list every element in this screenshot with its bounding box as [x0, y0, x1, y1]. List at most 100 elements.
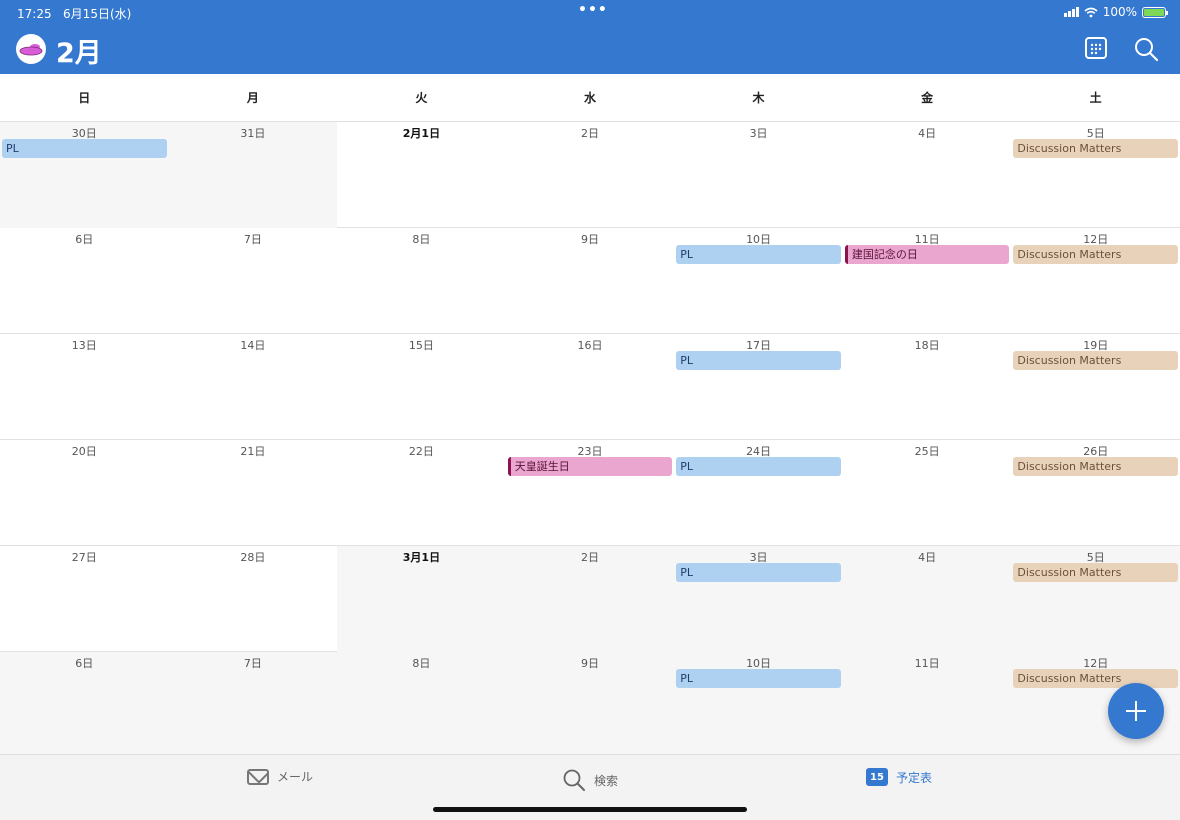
search-icon[interactable]: [1133, 36, 1159, 62]
day-number: 14日: [240, 339, 266, 352]
day-cell[interactable]: 3日: [674, 546, 843, 652]
day-cell[interactable]: 6日: [0, 228, 169, 334]
home-indicator[interactable]: [433, 807, 747, 812]
day-number: 8日: [412, 657, 431, 670]
event-pl[interactable]: PL: [676, 669, 841, 688]
event-discussion[interactable]: Discussion Matters: [1013, 351, 1178, 370]
weekday-header: 日 月 火 水 木 金 土: [0, 74, 1180, 122]
weekday-fri: 金: [921, 91, 934, 105]
event-pl[interactable]: PL: [676, 245, 841, 264]
event-pl[interactable]: PL: [676, 351, 841, 370]
day-number: 9日: [580, 233, 599, 246]
day-cell[interactable]: 14日: [169, 334, 338, 440]
event-discussion[interactable]: Discussion Matters: [1013, 563, 1178, 582]
day-cell[interactable]: 9日: [505, 652, 675, 758]
day-cell[interactable]: 7日: [169, 228, 338, 334]
day-cell[interactable]: 30日: [0, 122, 169, 228]
day-cell[interactable]: 6日: [0, 652, 169, 758]
day-cell[interactable]: 10日: [674, 652, 843, 758]
day-number: 2日: [580, 127, 599, 140]
day-number: 16日: [577, 339, 603, 352]
day-cell[interactable]: 26日: [1011, 440, 1180, 546]
day-number: 21日: [240, 445, 266, 458]
tab-calendar[interactable]: 15 予定表: [866, 768, 932, 786]
day-cell[interactable]: 7日: [168, 652, 338, 758]
day-number: 3日: [749, 127, 768, 140]
status-bar: 17:25 6月15日(水) ••• 100%: [0, 2, 1180, 22]
event-kenkoku[interactable]: 建国記念の日: [844, 245, 1010, 264]
day-number: 28日: [240, 551, 266, 564]
day-cell[interactable]: 18日: [843, 334, 1012, 440]
grid-icon[interactable]: [1085, 37, 1107, 59]
day-cell[interactable]: 5日: [1011, 546, 1180, 652]
week-row: 6日 7日 8日 9日 10日 11日 12日 PL 建国記念の日 Discussion Matt…: [0, 228, 1180, 334]
week-row: 13日 14日 15日 16日 17日 18日 19日 PL Discussion Matter…: [0, 334, 1180, 440]
day-number: 15日: [408, 339, 434, 352]
day-number: 22日: [408, 445, 434, 458]
day-cell[interactable]: 11日: [843, 228, 1012, 334]
day-cell[interactable]: 17日: [674, 334, 843, 440]
event-discussion[interactable]: Discussion Matters: [1013, 669, 1178, 688]
day-cell[interactable]: 4日: [842, 546, 1012, 652]
event-pl[interactable]: PL: [676, 563, 841, 582]
week-row: 6日 7日 8日 9日 10日 11日 12日 PL Discussion Matters: [0, 652, 1180, 758]
day-number: 27日: [71, 551, 97, 564]
battery-icon: [1142, 6, 1168, 18]
day-number: 7日: [243, 657, 262, 670]
event-discussion[interactable]: Discussion Matters: [1013, 139, 1178, 158]
weekday-mon: 月: [246, 91, 259, 105]
event-pl[interactable]: PL: [2, 139, 167, 158]
day-number: 25日: [914, 445, 940, 458]
day-cell[interactable]: 8日: [337, 228, 506, 334]
wifi-icon: [1084, 7, 1098, 17]
weekday-thu: 木: [752, 91, 765, 105]
event-pl[interactable]: PL: [676, 457, 841, 476]
day-cell[interactable]: 11日: [842, 652, 1012, 758]
day-cell[interactable]: 23日: [506, 440, 675, 546]
tab-mail[interactable]: メール: [247, 768, 313, 785]
day-cell[interactable]: 15日: [337, 334, 506, 440]
add-event-button[interactable]: [1108, 683, 1164, 739]
day-cell[interactable]: 9日: [506, 228, 675, 334]
event-discussion[interactable]: Discussion Matters: [1013, 457, 1178, 476]
day-cell[interactable]: 2日: [506, 122, 675, 228]
day-cell[interactable]: 10日: [674, 228, 843, 334]
day-number: 6日: [75, 233, 94, 246]
day-cell[interactable]: 28日: [169, 546, 338, 652]
event-discussion[interactable]: Discussion Matters: [1013, 245, 1178, 264]
day-number: 9日: [580, 657, 599, 670]
day-cell[interactable]: 3日: [674, 122, 843, 228]
day-cell[interactable]: 19日: [1011, 334, 1180, 440]
day-cell[interactable]: 25日: [843, 440, 1012, 546]
weekday-sat: 土: [1089, 91, 1102, 105]
day-cell[interactable]: 21日: [169, 440, 338, 546]
day-cell[interactable]: 16日: [506, 334, 675, 440]
day-cell[interactable]: 20日: [0, 440, 169, 546]
weekday-sun: 日: [78, 91, 91, 105]
event-tenno[interactable]: 天皇誕生日: [507, 457, 673, 476]
weekday-wed: 水: [583, 91, 596, 105]
avatar[interactable]: [16, 34, 46, 64]
day-cell[interactable]: 5日: [1011, 122, 1180, 228]
day-cell[interactable]: 8日: [337, 652, 506, 758]
day-cell[interactable]: 22日: [337, 440, 506, 546]
day-number: 31日: [240, 127, 266, 140]
day-cell[interactable]: 27日: [0, 546, 169, 652]
day-cell[interactable]: 3月1日: [337, 546, 506, 652]
day-cell[interactable]: 24日: [674, 440, 843, 546]
day-cell[interactable]: 2日: [505, 546, 675, 652]
day-number: 4日: [918, 127, 937, 140]
search-icon: [563, 769, 585, 791]
status-time: 17:25 6月15日(水): [17, 7, 132, 21]
tab-search[interactable]: 検索: [562, 768, 618, 792]
day-cell[interactable]: 2月1日: [337, 122, 506, 228]
month-title[interactable]: 2月: [56, 31, 102, 70]
day-cell[interactable]: 4日: [843, 122, 1012, 228]
mail-icon: [247, 768, 269, 785]
day-cell[interactable]: 13日: [0, 334, 169, 440]
day-cell[interactable]: 31日: [168, 122, 338, 228]
multitask-dots[interactable]: •••: [578, 2, 608, 18]
signal-icon: [1063, 7, 1079, 17]
calendar-icon: 15: [866, 768, 888, 786]
day-cell[interactable]: 12日: [1011, 228, 1180, 334]
